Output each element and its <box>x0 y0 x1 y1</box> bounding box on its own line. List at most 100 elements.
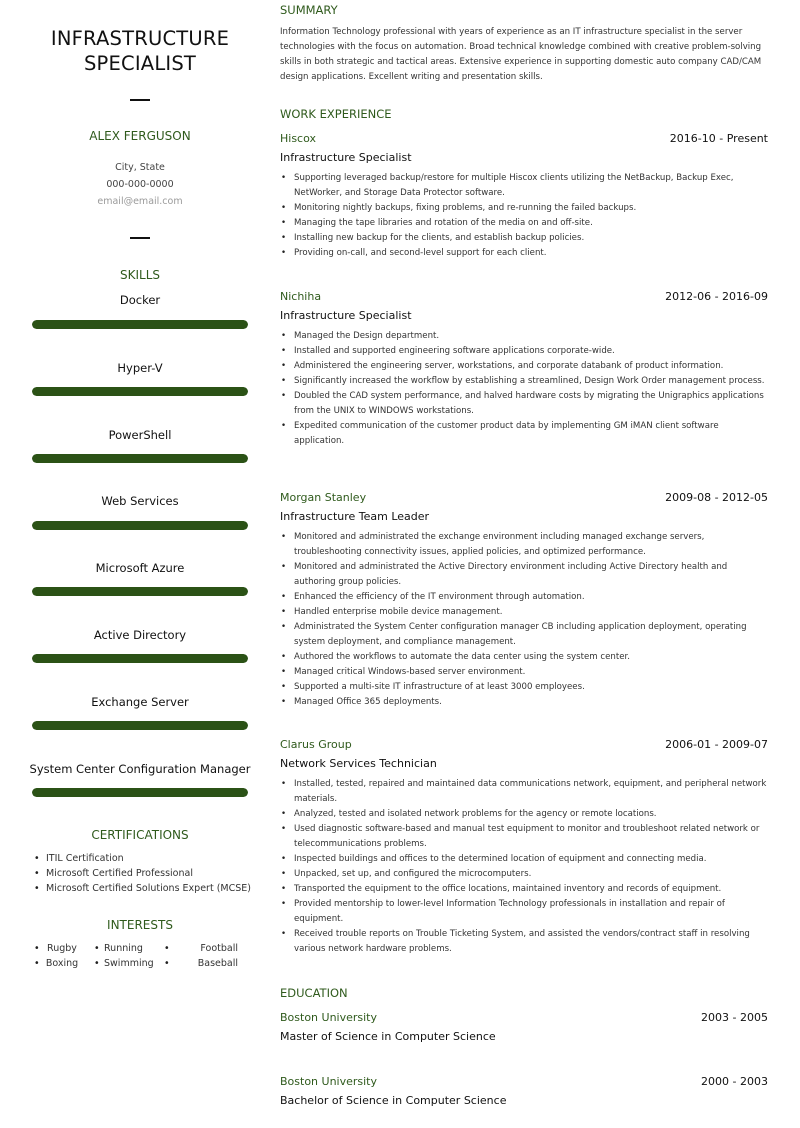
skill-bar <box>32 788 248 797</box>
skill-bar <box>32 654 248 663</box>
interest-item: Swimming <box>92 956 162 971</box>
education-dates: 2003 - 2005 <box>701 1011 768 1024</box>
education-heading: EDUCATION <box>280 986 348 1000</box>
skill-label: Microsoft Azure <box>95 561 185 575</box>
skill-label: PowerShell <box>108 428 172 442</box>
job-bullets: Managed the Design department. Installed… <box>280 329 768 449</box>
job-title: Infrastructure Specialist <box>280 151 412 164</box>
interests-heading: INTERESTS <box>107 918 173 932</box>
job-dates: 2012-06 - 2016-09 <box>665 290 768 303</box>
certification-item: Microsoft Certified Solutions Expert (MC… <box>32 881 272 896</box>
job-title: Network Services Technician <box>280 757 437 770</box>
job-entry: Clarus Group 2006-01 - 2009-07 Network S… <box>280 737 768 957</box>
phone: 000-000-0000 <box>106 179 174 190</box>
skill-label: Exchange Server <box>91 695 189 709</box>
certification-item: Microsoft Certified Professional <box>32 866 272 881</box>
interest-item: Boxing <box>32 956 92 971</box>
divider <box>130 99 150 101</box>
skill-label: System Center Configuration Manager <box>29 762 251 776</box>
education-degree: Master of Science in Computer Science <box>280 1030 496 1043</box>
job-bullet: Received trouble reports on Trouble Tick… <box>280 927 768 957</box>
skill-bar <box>32 721 248 730</box>
job-bullet: Monitored and administrated the Active D… <box>280 560 768 590</box>
job-bullet: Installed, tested, repaired and maintain… <box>280 777 768 807</box>
job-bullet: Managed the Design department. <box>280 329 768 344</box>
summary-heading: SUMMARY <box>280 3 338 17</box>
job-bullets: Monitored and administrated the exchange… <box>280 530 768 710</box>
resume-title: INFRASTRUCTURE SPECIALIST <box>0 26 280 76</box>
education-school: Boston University <box>280 1011 378 1024</box>
skill-label: Hyper-V <box>117 361 163 375</box>
job-bullet: Doubled the CAD system performance, and … <box>280 389 768 419</box>
education-dates: 2000 - 2003 <box>701 1075 768 1088</box>
job-title: Infrastructure Team Leader <box>280 510 430 523</box>
job-dates: 2006-01 - 2009-07 <box>665 738 768 751</box>
skill-label: Active Directory <box>93 628 187 642</box>
education-degree: Bachelor of Science in Computer Science <box>280 1094 507 1107</box>
education-school: Boston University <box>280 1075 378 1088</box>
sidebar: INFRASTRUCTURE SPECIALIST ALEX FERGUSON … <box>0 0 280 1128</box>
skill-label: Docker <box>119 293 161 307</box>
work-experience-heading: WORK EXPERIENCE <box>280 107 392 121</box>
certifications-heading: CERTIFICATIONS <box>91 828 189 842</box>
job-bullet: Supported a multi-site IT infrastructure… <box>280 680 768 695</box>
job-bullet: Analyzed, tested and isolated network pr… <box>280 807 768 822</box>
skill-bar-fill <box>32 654 248 663</box>
skill-bar-fill <box>32 721 248 730</box>
job-dates: 2016-10 - Present <box>669 132 768 145</box>
job-entry: Nichiha 2012-06 - 2016-09 Infrastructure… <box>280 289 768 449</box>
skills-heading: SKILLS <box>119 268 160 282</box>
job-bullet: Administered the engineering server, wor… <box>280 359 768 374</box>
job-bullet: Used diagnostic software-based and manua… <box>280 822 768 852</box>
title-line-2: SPECIALIST <box>83 52 197 75</box>
job-title: Infrastructure Specialist <box>280 309 412 322</box>
job-bullets: Supporting leveraged backup/restore for … <box>280 171 768 261</box>
skill-bar-fill <box>32 320 248 329</box>
title-line-1: INFRASTRUCTURE <box>50 27 230 50</box>
job-bullet: Authored the workflows to automate the d… <box>280 650 768 665</box>
certifications-list: ITIL Certification Microsoft Certified P… <box>32 851 272 896</box>
education-entry: Boston University 2003 - 2005 Master of … <box>280 1010 768 1045</box>
interests-list: Rugby Running Football Boxing Swimming B… <box>32 941 252 971</box>
job-bullet: Supporting leveraged backup/restore for … <box>280 171 768 201</box>
interest-item: Running <box>92 941 162 956</box>
job-bullet: Managed critical Windows-based server en… <box>280 665 768 680</box>
skill-bar <box>32 521 248 530</box>
summary-text: Information Technology professional with… <box>280 27 762 82</box>
skill-bar <box>32 587 248 596</box>
skill-label: Web Services <box>101 494 179 508</box>
interest-item: Football <box>162 941 252 956</box>
education-entry: Boston University 2000 - 2003 Bachelor o… <box>280 1074 768 1109</box>
job-dates: 2009-08 - 2012-05 <box>665 491 768 504</box>
interest-item: Rugby <box>32 941 92 956</box>
job-bullet: Transported the equipment to the office … <box>280 882 768 897</box>
skill-bar <box>32 320 248 329</box>
job-bullet: Inspected buildings and offices to the d… <box>280 852 768 867</box>
job-entry: Hiscox 2016-10 - Present Infrastructure … <box>280 131 768 261</box>
job-bullet: Provided mentorship to lower-level Infor… <box>280 897 768 927</box>
email: email@email.com <box>97 196 183 207</box>
skill-bar-fill <box>32 521 248 530</box>
location: City, State <box>115 162 165 173</box>
job-bullet: Expedited communication of the customer … <box>280 419 768 449</box>
job-entry: Morgan Stanley 2009-08 - 2012-05 Infrast… <box>280 490 768 710</box>
skill-bar-fill <box>32 387 248 396</box>
job-bullet: Providing on-call, and second-level supp… <box>280 246 768 261</box>
job-bullet: Monitored and administrated the exchange… <box>280 530 768 560</box>
job-bullet: Installing new backup for the clients, a… <box>280 231 768 246</box>
divider <box>130 237 150 239</box>
interest-item: Baseball <box>162 956 252 971</box>
job-bullets: Installed, tested, repaired and maintain… <box>280 777 768 957</box>
job-bullet: Unpacked, set up, and configured the mic… <box>280 867 768 882</box>
skill-bar <box>32 454 248 463</box>
certification-item: ITIL Certification <box>32 851 272 866</box>
skill-bar-fill <box>32 788 248 797</box>
skill-bar-fill <box>32 587 248 596</box>
job-bullet: Installed and supported engineering soft… <box>280 344 768 359</box>
job-bullet: Administrated the System Center configur… <box>280 620 768 650</box>
job-bullet: Managing the tape libraries and rotation… <box>280 216 768 231</box>
skill-bar-fill <box>32 454 248 463</box>
job-bullet: Monitoring nightly backups, fixing probl… <box>280 201 768 216</box>
skill-bar <box>32 387 248 396</box>
job-bullet: Significantly increased the workflow by … <box>280 374 768 389</box>
